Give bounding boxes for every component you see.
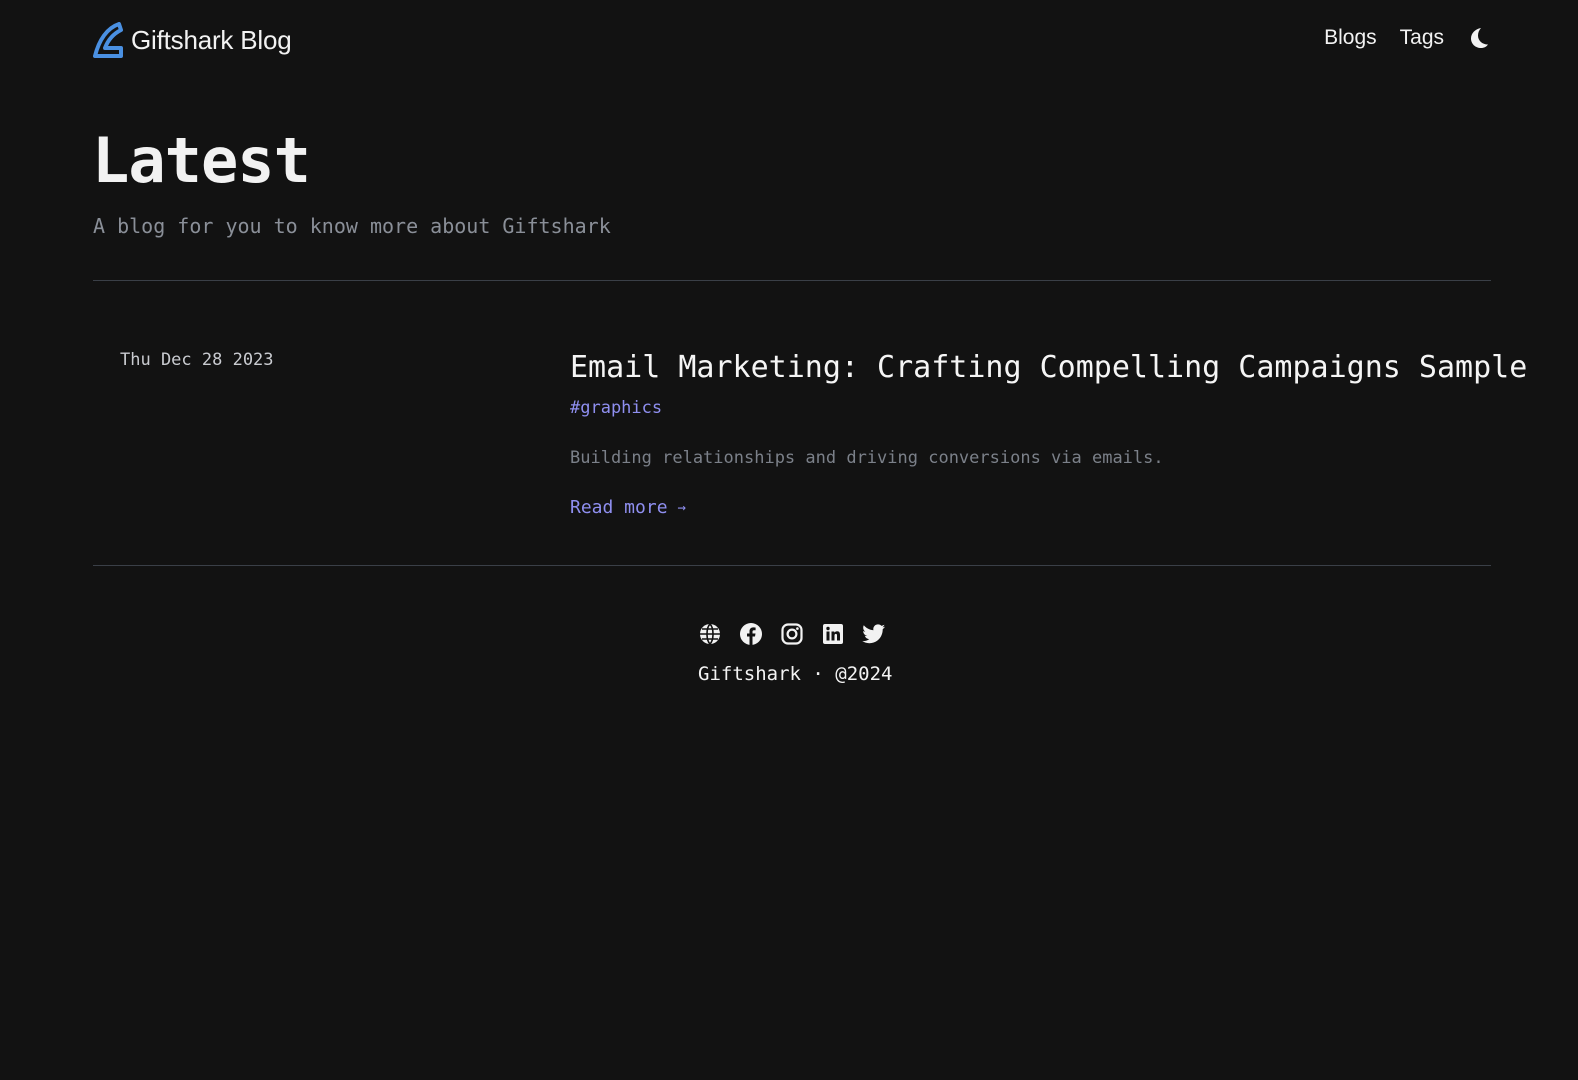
post-tag-link[interactable]: #graphics	[570, 398, 662, 418]
site-logo-link[interactable]: Giftshark Blog	[93, 22, 292, 58]
theme-toggle-button[interactable]	[1467, 26, 1491, 50]
linkedin-icon[interactable]	[820, 621, 846, 647]
shark-fin-icon	[93, 22, 123, 58]
instagram-icon[interactable]	[779, 621, 805, 647]
site-title: Giftshark Blog	[131, 24, 292, 55]
post-title-link[interactable]: Email Marketing: Crafting Compelling Cam…	[570, 350, 1527, 385]
divider-top	[93, 280, 1491, 281]
page-title: Latest	[92, 124, 311, 197]
read-more-label: Read more	[570, 497, 668, 518]
moon-icon	[1471, 28, 1488, 48]
post-date: Thu Dec 28 2023	[120, 350, 274, 370]
main-nav: Blogs Tags	[1324, 26, 1491, 50]
globe-icon[interactable]	[697, 621, 723, 647]
post-summary: Building relationships and driving conve…	[570, 448, 1164, 468]
footer-copyright: Giftshark · @2024	[698, 663, 893, 685]
page-subtitle: A blog for you to know more about Giftsh…	[93, 214, 611, 238]
nav-link-tags[interactable]: Tags	[1400, 26, 1444, 50]
divider-bottom	[93, 565, 1491, 566]
facebook-icon[interactable]	[738, 621, 764, 647]
read-more-link[interactable]: Read more →	[570, 497, 686, 518]
nav-link-blogs[interactable]: Blogs	[1324, 26, 1377, 50]
site-header: Giftshark Blog Blogs Tags	[93, 22, 1491, 62]
arrow-right-icon: →	[677, 499, 686, 516]
twitter-icon[interactable]	[861, 621, 887, 647]
social-links	[697, 621, 902, 647]
